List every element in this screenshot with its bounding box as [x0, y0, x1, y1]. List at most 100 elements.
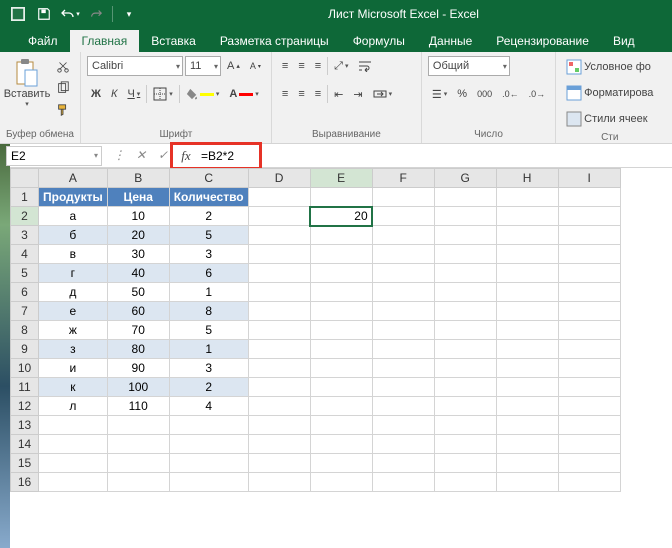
cell[interactable]: 8: [169, 302, 248, 321]
number-format-combo[interactable]: Общий: [428, 56, 510, 76]
percent-button[interactable]: %: [453, 84, 471, 104]
cell[interactable]: 3: [169, 359, 248, 378]
cell[interactable]: [248, 473, 310, 492]
cell[interactable]: [558, 359, 620, 378]
cell[interactable]: [39, 454, 108, 473]
row-header[interactable]: 8: [11, 321, 39, 340]
cell[interactable]: 3: [169, 245, 248, 264]
cell[interactable]: 6: [169, 264, 248, 283]
cell[interactable]: [248, 435, 310, 454]
cell[interactable]: [310, 397, 372, 416]
cell[interactable]: [434, 378, 496, 397]
cell[interactable]: д: [39, 283, 108, 302]
table-header-cell[interactable]: Количество: [169, 188, 248, 207]
row-header[interactable]: 9: [11, 340, 39, 359]
cell[interactable]: [310, 454, 372, 473]
cell[interactable]: [558, 188, 620, 207]
col-header-f[interactable]: F: [372, 169, 434, 188]
cell[interactable]: [496, 283, 558, 302]
cell[interactable]: [434, 245, 496, 264]
cell[interactable]: [558, 397, 620, 416]
cell[interactable]: 30: [107, 245, 169, 264]
col-header-g[interactable]: G: [434, 169, 496, 188]
cell[interactable]: б: [39, 226, 108, 245]
cell[interactable]: [434, 283, 496, 302]
accounting-format-button[interactable]: ☰▾: [428, 84, 451, 104]
cell[interactable]: [248, 340, 310, 359]
cell[interactable]: 80: [107, 340, 169, 359]
wrap-text-button[interactable]: [354, 56, 376, 76]
undo-icon[interactable]: ▾: [58, 3, 82, 25]
row-header[interactable]: 3: [11, 226, 39, 245]
cell[interactable]: 60: [107, 302, 169, 321]
cell[interactable]: [169, 454, 248, 473]
cancel-formula-icon[interactable]: ✕: [130, 146, 152, 166]
cell[interactable]: 2: [169, 378, 248, 397]
row-header[interactable]: 16: [11, 473, 39, 492]
font-size-combo[interactable]: 11: [185, 56, 221, 76]
tab-file[interactable]: Файл: [16, 30, 70, 52]
cell[interactable]: [107, 416, 169, 435]
cell[interactable]: [496, 378, 558, 397]
col-header-h[interactable]: H: [496, 169, 558, 188]
cell[interactable]: [558, 435, 620, 454]
select-all-corner[interactable]: [11, 169, 39, 188]
cell[interactable]: [310, 378, 372, 397]
fx-icon[interactable]: fx: [175, 146, 197, 166]
cell[interactable]: 70: [107, 321, 169, 340]
redo-icon[interactable]: [84, 3, 108, 25]
row-header[interactable]: 15: [11, 454, 39, 473]
cell[interactable]: [248, 207, 310, 226]
cell[interactable]: [496, 340, 558, 359]
cell[interactable]: [248, 397, 310, 416]
cell[interactable]: 50: [107, 283, 169, 302]
cell[interactable]: 5: [169, 321, 248, 340]
cell[interactable]: ж: [39, 321, 108, 340]
cell[interactable]: [310, 283, 372, 302]
cell[interactable]: [558, 302, 620, 321]
cell[interactable]: [310, 473, 372, 492]
cell[interactable]: [372, 321, 434, 340]
cell[interactable]: [496, 245, 558, 264]
tab-home[interactable]: Главная: [70, 30, 140, 52]
cell[interactable]: [248, 188, 310, 207]
row-header[interactable]: 10: [11, 359, 39, 378]
cell[interactable]: [558, 226, 620, 245]
cell[interactable]: [434, 188, 496, 207]
align-bottom-icon[interactable]: ≡: [311, 56, 325, 76]
cell[interactable]: [372, 264, 434, 283]
format-table-button[interactable]: Форматирова: [562, 82, 657, 104]
cell[interactable]: [372, 340, 434, 359]
row-header[interactable]: 5: [11, 264, 39, 283]
cell[interactable]: [169, 416, 248, 435]
cell[interactable]: [496, 188, 558, 207]
decrease-indent-icon[interactable]: ⇤: [330, 84, 347, 104]
cell[interactable]: [310, 416, 372, 435]
align-top-icon[interactable]: ≡: [278, 56, 292, 76]
cell[interactable]: 4: [169, 397, 248, 416]
cell[interactable]: [496, 435, 558, 454]
cell[interactable]: 5: [169, 226, 248, 245]
decrease-decimal-icon[interactable]: .0→: [525, 84, 550, 104]
cell[interactable]: [107, 454, 169, 473]
cell[interactable]: [310, 226, 372, 245]
cell[interactable]: [372, 397, 434, 416]
cell[interactable]: [248, 321, 310, 340]
cell[interactable]: к: [39, 378, 108, 397]
cell[interactable]: [496, 416, 558, 435]
cell[interactable]: [558, 454, 620, 473]
cell[interactable]: 10: [107, 207, 169, 226]
cell[interactable]: [496, 473, 558, 492]
col-header-a[interactable]: A: [39, 169, 108, 188]
comma-button[interactable]: 000: [473, 84, 496, 104]
cell[interactable]: г: [39, 264, 108, 283]
cell[interactable]: [434, 321, 496, 340]
cell[interactable]: [248, 378, 310, 397]
col-header-b[interactable]: B: [107, 169, 169, 188]
col-header-d[interactable]: D: [248, 169, 310, 188]
align-middle-icon[interactable]: ≡: [294, 56, 308, 76]
cell[interactable]: в: [39, 245, 108, 264]
font-name-combo[interactable]: Calibri: [87, 56, 183, 76]
cell[interactable]: [248, 359, 310, 378]
cell[interactable]: 2: [169, 207, 248, 226]
